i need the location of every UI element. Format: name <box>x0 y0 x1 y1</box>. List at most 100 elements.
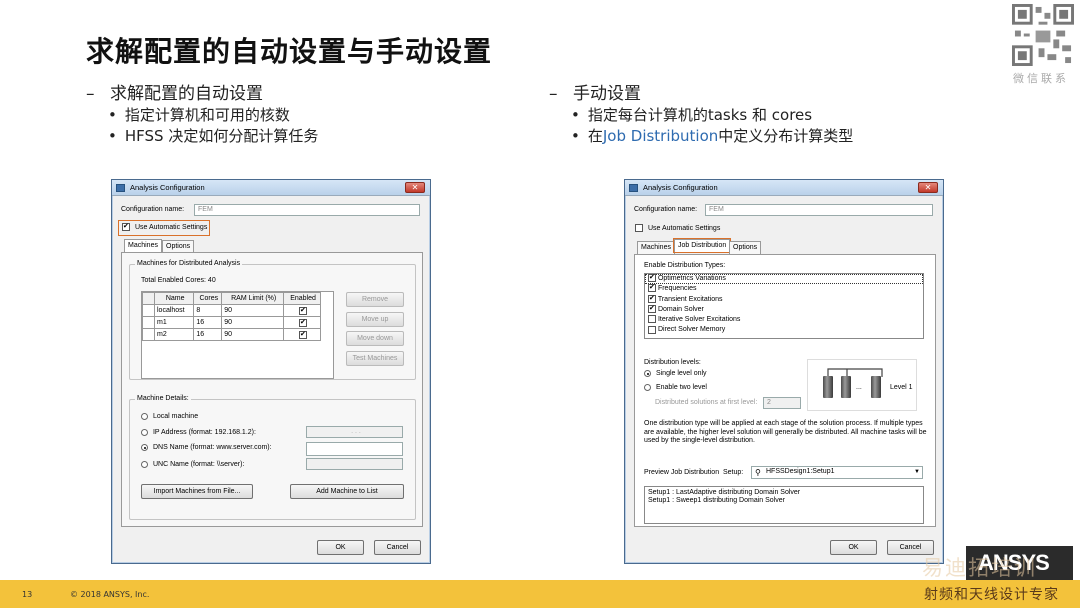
config-name-label: Configuration name: <box>121 206 185 213</box>
col-header-ram[interactable]: RAM Limit (%) <box>221 292 285 305</box>
app-icon <box>116 183 125 192</box>
footer-bar: 13 © 2018 ANSYS, Inc. <box>0 580 1080 608</box>
radio-icon <box>141 461 148 468</box>
enabled-checkbox[interactable] <box>299 330 308 339</box>
radio-single-level[interactable]: Single level only <box>644 370 707 377</box>
machine-cores[interactable]: 16 <box>193 328 223 341</box>
config-name-field[interactable]: FEM <box>705 204 933 216</box>
radio-ip-label: IP Address (format: 192.168.1.2): <box>152 429 256 437</box>
dialog-titlebar[interactable]: Analysis Configuration ✕ <box>112 180 430 196</box>
right-bullet-item: 指定每台计算机的tasks 和 cores <box>587 106 813 124</box>
test-machines-button[interactable]: Test Machines <box>346 351 404 366</box>
radio-ip-address[interactable]: IP Address (format: 192.168.1.2): <box>141 429 256 436</box>
col-header-cores[interactable]: Cores <box>193 292 223 305</box>
first-level-spinner[interactable]: 2 <box>763 397 801 409</box>
ip-address-field[interactable]: . . . <box>306 426 403 438</box>
use-automatic-settings-label: Use Automatic Settings <box>647 224 721 232</box>
setup-select[interactable]: ⚲ HFSSDesign1:Setup1 ▼ <box>751 466 923 479</box>
enable-types-label: Enable Distribution Types: <box>644 262 726 269</box>
table-row[interactable]: localhost 8 90 <box>142 304 321 317</box>
radio-local-machine[interactable]: Local machine <box>141 413 198 420</box>
machine-details-group: Machine Details: Local machine IP Addres… <box>129 395 416 520</box>
config-name-field[interactable]: FEM <box>194 204 420 216</box>
move-up-button[interactable]: Move up <box>346 312 404 327</box>
radio-icon <box>644 370 651 377</box>
checkbox-icon[interactable] <box>648 304 656 314</box>
tab-machines[interactable]: Machines <box>637 241 675 254</box>
distribution-types-list[interactable]: Optimetrics Variations Frequencies Trans… <box>644 273 924 339</box>
dialog-titlebar[interactable]: Analysis Configuration ✕ <box>625 180 943 196</box>
checkbox-icon[interactable] <box>648 273 656 283</box>
unc-name-field[interactable] <box>306 458 403 470</box>
list-item-label: Transient Excitations <box>657 295 723 303</box>
dns-name-field[interactable] <box>306 442 403 456</box>
radio-two-level[interactable]: Enable two level <box>644 384 707 391</box>
machine-ram[interactable]: 90 <box>221 316 285 329</box>
radio-icon <box>141 413 148 420</box>
level-diagram: ... Level 1 <box>807 359 917 411</box>
table-row[interactable]: m2 16 90 <box>142 328 321 341</box>
right-bullet-list: – 手动设置 • 指定每台计算机的tasks 和 cores • 在Job Distr… <box>549 84 854 145</box>
use-automatic-settings-checkbox[interactable]: Use Automatic Settings <box>118 220 210 236</box>
left-bullet-heading: 求解配置的自动设置 <box>110 84 263 104</box>
radio-dns-name[interactable]: DNS Name (format: www.server.com): <box>141 444 272 451</box>
list-item[interactable]: Iterative Solver Excitations <box>645 315 923 325</box>
tab-options[interactable]: Options <box>729 241 762 254</box>
list-item[interactable]: Frequencies <box>645 283 923 294</box>
total-cores-label: Total Enabled Cores: 40 <box>141 277 216 284</box>
machine-name[interactable]: m2 <box>153 328 195 341</box>
server-icon <box>823 376 833 398</box>
col-header-name[interactable]: Name <box>153 292 195 305</box>
left-bullet-list: – 求解配置的自动设置 • 指定计算机和可用的核数 • HFSS 决定如何分配计算任务 <box>86 84 319 145</box>
checkbox-icon[interactable] <box>648 294 656 304</box>
radio-unc-name[interactable]: UNC Name (format: \\server): <box>141 461 244 468</box>
tab-machines[interactable]: Machines <box>124 239 162 252</box>
col-header-enabled[interactable]: Enabled <box>283 292 321 305</box>
enabled-checkbox[interactable] <box>299 306 308 315</box>
ok-button[interactable]: OK <box>830 540 877 555</box>
left-bullet-item: 指定计算机和可用的核数 <box>124 106 290 124</box>
import-machines-button[interactable]: Import Machines from File... <box>141 484 253 499</box>
list-item-label: Iterative Solver Excitations <box>657 316 741 324</box>
move-down-button[interactable]: Move down <box>346 331 404 346</box>
enabled-checkbox[interactable] <box>299 318 308 327</box>
list-item-label: Domain Solver <box>657 305 704 313</box>
preview-line: Setup1 : LastAdaptive distributing Domai… <box>648 489 801 496</box>
machine-name[interactable]: m1 <box>153 316 195 329</box>
distribution-levels-label: Distribution levels: <box>644 359 701 366</box>
close-icon[interactable]: ✕ <box>405 182 425 193</box>
remove-button[interactable]: Remove <box>346 292 404 307</box>
add-machine-button[interactable]: Add Machine to List <box>290 484 404 499</box>
use-automatic-settings-checkbox[interactable]: Use Automatic Settings <box>635 224 720 232</box>
single-level-label: Single level only <box>655 370 707 378</box>
checkbox-icon[interactable] <box>648 283 656 293</box>
tab-job-distribution[interactable]: Job Distribution <box>672 238 732 253</box>
close-icon[interactable]: ✕ <box>918 182 938 193</box>
machines-table: Name Cores RAM Limit (%) Enabled localho… <box>142 292 321 341</box>
machine-ram[interactable]: 90 <box>221 328 285 341</box>
radio-dns-label: DNS Name (format: www.server.com): <box>152 444 272 452</box>
ok-button[interactable]: OK <box>317 540 364 555</box>
list-item[interactable]: Transient Excitations <box>645 294 923 305</box>
watermark-bottom: 射频和天线设计专家 <box>924 587 1059 603</box>
radio-icon <box>644 384 651 391</box>
machines-panel: Machines for Distributed Analysis Total … <box>121 252 423 527</box>
list-item[interactable]: Direct Solver Memory <box>645 325 923 335</box>
machine-ram[interactable]: 90 <box>221 304 285 317</box>
machine-name[interactable]: localhost <box>153 304 195 317</box>
checkbox-icon[interactable] <box>648 325 656 334</box>
table-row[interactable]: m1 16 90 <box>142 316 321 329</box>
first-level-value: 2 <box>767 399 771 406</box>
job-distribution-panel: Enable Distribution Types: Optimetrics V… <box>634 254 936 527</box>
radio-icon <box>141 444 148 451</box>
machines-table-area[interactable]: Name Cores RAM Limit (%) Enabled localho… <box>141 291 334 379</box>
list-item[interactable]: Domain Solver <box>645 304 923 315</box>
cancel-button[interactable]: Cancel <box>374 540 421 555</box>
machine-cores[interactable]: 8 <box>193 304 223 317</box>
chevron-down-icon[interactable]: ▼ <box>914 467 920 477</box>
machine-cores[interactable]: 16 <box>193 316 223 329</box>
use-automatic-settings-label: Use Automatic Settings <box>134 223 208 231</box>
preview-output-box[interactable]: Setup1 : LastAdaptive distributing Domai… <box>644 486 924 524</box>
checkbox-icon[interactable] <box>648 315 656 324</box>
list-item[interactable]: Optimetrics Variations <box>645 273 923 285</box>
